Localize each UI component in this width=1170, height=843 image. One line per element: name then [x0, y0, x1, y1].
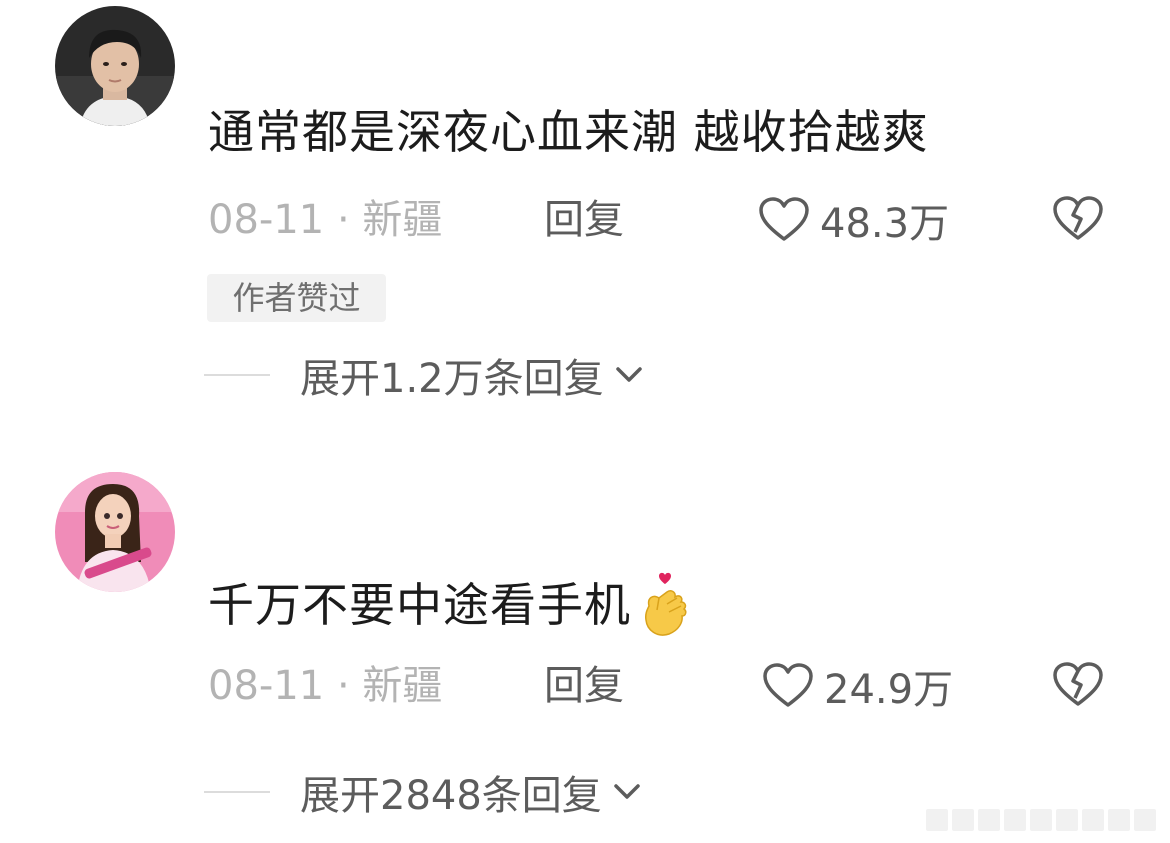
- reply-button[interactable]: 回复: [544, 662, 624, 710]
- broken-heart-icon: [1053, 196, 1103, 240]
- avatar-image: [55, 472, 175, 592]
- avatar[interactable]: [55, 472, 175, 592]
- watermark: [926, 809, 1156, 831]
- divider: [204, 374, 270, 376]
- expand-replies-button[interactable]: 展开1.2万条回复: [204, 347, 646, 403]
- comment-text-content: 千万不要中途看手机: [208, 578, 631, 632]
- comment-meta: 08-11 · 新疆: [208, 197, 443, 243]
- author-liked-badge: 作者赞过: [207, 274, 386, 322]
- dislike-button[interactable]: [1052, 194, 1104, 242]
- comment-text: 千万不要中途看手机: [208, 570, 693, 640]
- heart-icon: [763, 663, 813, 707]
- reply-button[interactable]: 回复: [544, 196, 624, 244]
- like-count: 48.3万: [820, 201, 950, 247]
- broken-heart-icon: [1053, 662, 1103, 706]
- comment-meta: 08-11 · 新疆: [208, 663, 443, 709]
- like-count: 24.9万: [824, 667, 954, 713]
- expand-replies-button[interactable]: 展开2848条回复: [204, 764, 644, 820]
- expand-replies-label: 展开2848条回复: [300, 773, 602, 819]
- chevron-down-icon: [614, 784, 640, 799]
- divider: [204, 791, 270, 793]
- like-button[interactable]: 48.3万: [758, 196, 949, 247]
- finger-heart-emoji: [645, 572, 687, 636]
- chevron-down-icon: [615, 367, 642, 382]
- like-button[interactable]: 24.9万: [762, 662, 953, 713]
- avatar[interactable]: [55, 6, 175, 126]
- expand-replies-label: 展开1.2万条回复: [300, 356, 604, 402]
- comment-text: 通常都是深夜心血来潮 越收拾越爽: [208, 105, 929, 159]
- avatar-image: [55, 6, 175, 126]
- dislike-button[interactable]: [1052, 660, 1104, 708]
- heart-icon: [759, 197, 809, 241]
